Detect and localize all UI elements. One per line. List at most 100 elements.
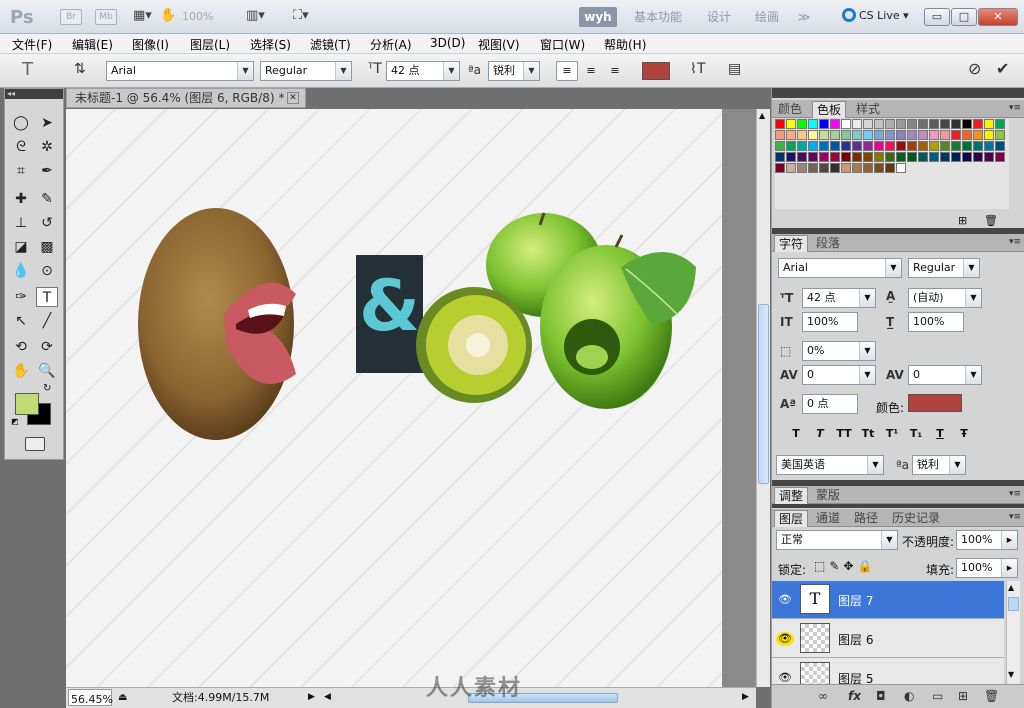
tab-swatches[interactable]: 色板 (812, 101, 847, 118)
adjustment-layer-icon[interactable]: ◐ (904, 689, 914, 703)
color-swatch[interactable] (819, 152, 829, 162)
ampersand-text-layer[interactable]: & (356, 255, 423, 373)
color-swatch[interactable] (995, 130, 1005, 140)
layers-scroll-thumb[interactable] (1008, 597, 1019, 611)
color-swatch[interactable] (852, 141, 862, 151)
color-swatch[interactable] (885, 119, 895, 129)
char-horizontal-scale-field[interactable]: 100% (908, 312, 964, 332)
color-swatch[interactable] (808, 119, 818, 129)
color-swatch[interactable] (874, 141, 884, 151)
color-swatch[interactable] (841, 119, 851, 129)
panel-menu-icon[interactable]: ▾≡ (1009, 103, 1021, 113)
default-colors-icon[interactable]: ◩ (11, 417, 19, 426)
more-workspaces-icon[interactable]: ≫ (794, 7, 814, 27)
color-swatch[interactable] (995, 119, 1005, 129)
character-panel-toggle-icon[interactable]: ▤ (728, 61, 741, 77)
char-font-style-select[interactable]: Regular ▼ (908, 258, 980, 278)
gradient-tool-icon[interactable]: ▩ (36, 237, 58, 257)
color-swatch[interactable] (907, 130, 917, 140)
color-swatch[interactable] (995, 141, 1005, 151)
small-caps-button[interactable]: Tt (856, 427, 880, 440)
move-tool-icon[interactable]: ➤ (36, 113, 58, 133)
zoom-tool-icon[interactable]: 🔍 (36, 361, 58, 381)
link-layers-icon[interactable]: ∞ (818, 689, 828, 703)
char-tracking-select[interactable]: 0 ▼ (908, 365, 982, 385)
document-info-icon[interactable]: ⏏ (118, 688, 127, 707)
menu-view[interactable]: 视图(V) (478, 36, 520, 53)
color-swatch[interactable] (984, 141, 994, 151)
delete-swatch-icon[interactable]: 🗑 (984, 214, 998, 227)
color-swatch[interactable] (819, 130, 829, 140)
color-swatch[interactable] (808, 163, 818, 173)
delete-layer-icon[interactable]: 🗑 (984, 689, 999, 703)
new-layer-icon[interactable]: ⊞ (958, 689, 968, 703)
tab-masks[interactable]: 蒙版 (812, 487, 844, 504)
color-swatch[interactable] (852, 119, 862, 129)
color-swatch[interactable] (863, 119, 873, 129)
minimize-button[interactable]: ▭ (924, 8, 950, 26)
color-swatch[interactable] (786, 152, 796, 162)
color-swatch[interactable] (797, 141, 807, 151)
char-leading-select[interactable]: (自动) ▼ (908, 288, 982, 308)
dodge-tool-icon[interactable]: ⊙ (36, 261, 58, 281)
color-swatch[interactable] (885, 141, 895, 151)
panel-menu-icon[interactable]: ▾≡ (1009, 489, 1021, 499)
color-swatch[interactable] (984, 152, 994, 162)
blur-tool-icon[interactable]: 💧 (10, 261, 32, 281)
superscript-button[interactable]: T¹ (880, 427, 904, 440)
menu-filter[interactable]: 滤镜(T) (310, 36, 351, 53)
vertical-scrollbar[interactable]: ▲ (756, 109, 770, 687)
color-swatch[interactable] (874, 130, 884, 140)
color-swatch[interactable] (940, 141, 950, 151)
menu-image[interactable]: 图像(I) (132, 36, 169, 53)
text-orientation-icon[interactable]: ⇅ (74, 61, 86, 77)
align-left-button[interactable]: ≡ (556, 61, 578, 81)
tab-adjustments[interactable]: 调整 (774, 487, 809, 504)
color-swatch[interactable] (863, 163, 873, 173)
color-swatch[interactable] (786, 130, 796, 140)
color-swatch[interactable] (951, 152, 961, 162)
color-swatch[interactable] (874, 163, 884, 173)
crop-tool-icon[interactable]: ⌗ (10, 161, 32, 181)
tab-paths[interactable]: 路径 (850, 510, 882, 527)
dock-collapse-bar[interactable] (772, 88, 1024, 98)
color-swatch[interactable] (786, 163, 796, 173)
color-swatch[interactable] (775, 119, 785, 129)
color-swatch[interactable] (962, 130, 972, 140)
faux-italic-button[interactable]: T (808, 427, 832, 440)
color-swatch[interactable] (896, 152, 906, 162)
underline-button[interactable]: T (928, 427, 952, 440)
status-menu-arrow-icon[interactable]: ▶ (308, 688, 315, 707)
tab-paragraph[interactable]: 段落 (812, 235, 844, 252)
color-swatch[interactable] (896, 119, 906, 129)
marquee-tool-icon[interactable]: ◯ (10, 113, 32, 133)
color-swatch[interactable] (808, 130, 818, 140)
layers-scrollbar[interactable]: ▲ ▼ (1006, 581, 1020, 684)
panel-menu-icon[interactable]: ▾≡ (1009, 237, 1021, 247)
text-color-swatch[interactable] (642, 62, 670, 80)
char-antialias-select[interactable]: 锐利 ▼ (912, 455, 966, 475)
close-document-icon[interactable]: ✕ (287, 92, 299, 104)
arrange-documents-icon[interactable]: ▥▾ (246, 8, 265, 26)
layer-style-icon[interactable]: fx (848, 689, 861, 703)
quick-select-tool-icon[interactable]: ✲ (36, 137, 58, 157)
color-swatch[interactable] (940, 130, 950, 140)
subscript-button[interactable]: T₁ (904, 427, 928, 440)
zoom-level-display[interactable]: 100% (182, 10, 213, 23)
color-swatch[interactable] (918, 130, 928, 140)
color-swatch[interactable] (918, 152, 928, 162)
layer-row[interactable]: 👁 图层 5 (772, 659, 1004, 684)
char-vertical-scale-field[interactable]: 100% (802, 312, 858, 332)
color-swatch[interactable] (951, 130, 961, 140)
line-tool-icon[interactable]: ╱ (36, 311, 58, 331)
color-swatch[interactable] (775, 163, 785, 173)
color-swatch[interactable] (797, 152, 807, 162)
color-swatch[interactable] (874, 119, 884, 129)
char-baseline-field[interactable]: 0 点 (802, 394, 858, 414)
new-swatch-icon[interactable]: ⊞ (958, 214, 967, 227)
color-swatch[interactable] (929, 141, 939, 151)
color-swatch[interactable] (786, 119, 796, 129)
color-swatch[interactable] (830, 152, 840, 162)
color-swatch[interactable] (819, 119, 829, 129)
color-swatch[interactable] (797, 119, 807, 129)
